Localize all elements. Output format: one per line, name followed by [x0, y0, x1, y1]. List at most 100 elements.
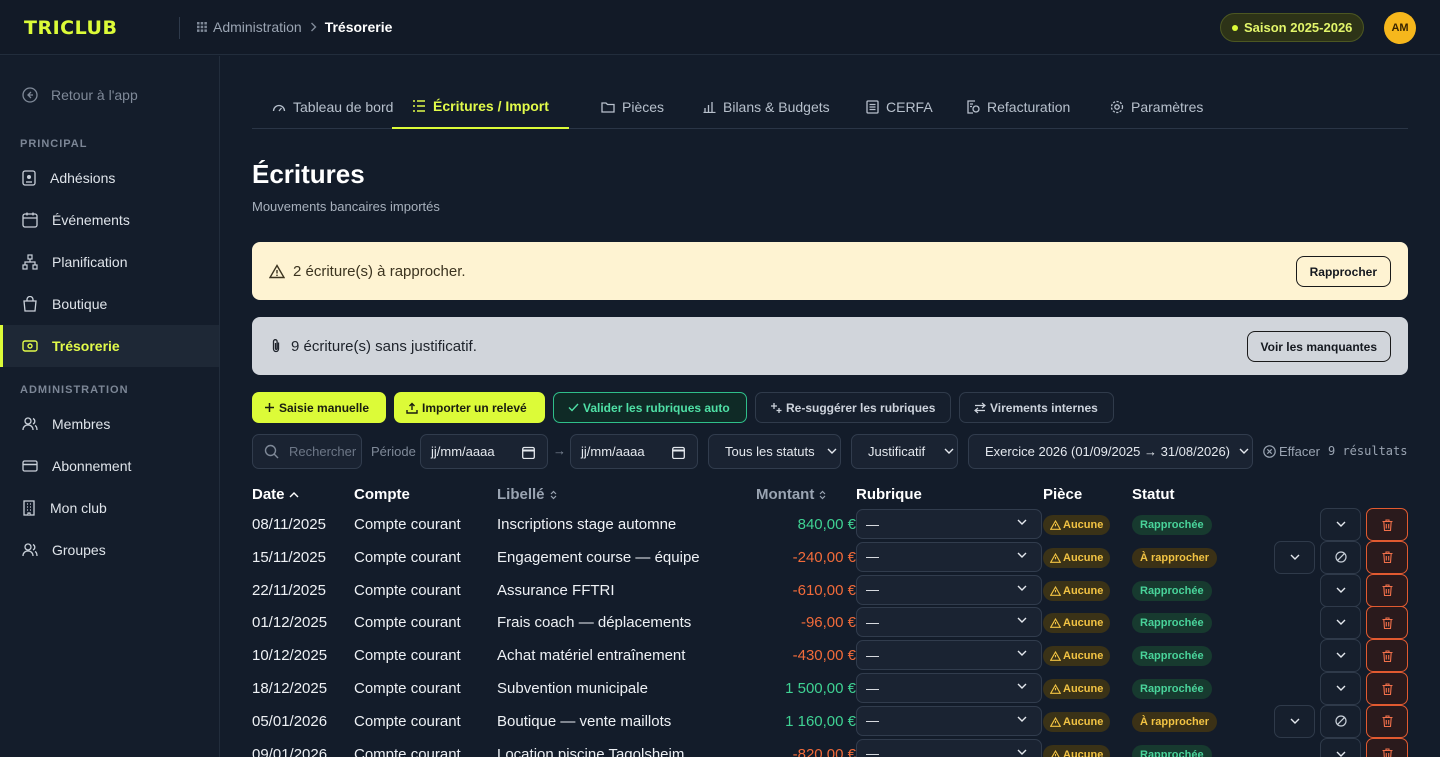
tab-label: Paramètres [1131, 98, 1204, 115]
select-value: — [866, 582, 879, 598]
page-title: Écritures [252, 159, 365, 189]
sidebar: Retour à l'app PRINCIPAL Adhésions Événe… [0, 56, 220, 757]
top-bar: TRICLUB Administration Trésorerie Saison… [0, 0, 1440, 55]
missing-receipts-alert: 9 écriture(s) sans justificatif. Voir le… [252, 317, 1408, 375]
category-select[interactable]: — [856, 541, 1042, 572]
validate-auto-categories-button[interactable]: Valider les rubriques auto [553, 392, 747, 423]
import-statement-button[interactable]: Importer un relevé [394, 392, 545, 423]
column-compte: Compte [354, 486, 410, 503]
delete-button[interactable] [1366, 704, 1408, 738]
category-select[interactable]: — [856, 640, 1042, 671]
resuggest-categories-button[interactable]: Re-suggérer les rubriques [755, 392, 951, 423]
calendar-icon [522, 446, 535, 459]
table-row: 08/11/2025 Compte courant Inscriptions sta… [252, 508, 1408, 541]
sidebar-item-abonnement[interactable]: Abonnement [0, 445, 219, 487]
ignore-button[interactable] [1320, 704, 1361, 738]
delete-button[interactable] [1366, 606, 1408, 640]
cell-account: Compte courant [354, 614, 461, 632]
show-missing-button[interactable]: Voir les manquantes [1246, 331, 1391, 362]
internal-transfers-button[interactable]: Virements internes [959, 392, 1114, 423]
tab-parametres[interactable]: Paramètres [1110, 84, 1203, 129]
column-libelle[interactable]: Libellé [497, 486, 557, 503]
match-dropdown-button[interactable] [1274, 540, 1315, 574]
season-badge[interactable]: Saison 2025-2026 [1220, 13, 1365, 42]
avatar[interactable]: AM [1384, 12, 1416, 44]
delete-button[interactable] [1366, 672, 1408, 705]
ignore-button[interactable] [1320, 540, 1361, 574]
expand-row-button[interactable] [1320, 639, 1361, 673]
tab-refacturation[interactable]: Refacturation [966, 84, 1070, 129]
status-select[interactable]: Tous les statuts [708, 434, 841, 469]
manual-entry-button[interactable]: Saisie manuelle [252, 392, 386, 423]
trash-icon [1382, 617, 1393, 629]
match-dropdown-button[interactable] [1274, 704, 1315, 738]
delete-button[interactable] [1366, 639, 1408, 673]
search-input[interactable]: Rechercher [252, 434, 362, 469]
breadcrumb-parent[interactable]: Administration [213, 19, 302, 35]
plus-icon [264, 402, 279, 413]
warning-icon [1050, 552, 1063, 563]
chevron-down-icon [1336, 751, 1346, 757]
column-statut: Statut [1132, 486, 1175, 503]
reconcile-button[interactable]: Rapprocher [1295, 256, 1391, 287]
list-icon [412, 99, 433, 113]
section-title-principal: PRINCIPAL [20, 138, 88, 150]
breadcrumb: Administration Trésorerie [197, 19, 392, 35]
warning-icon [1050, 520, 1063, 530]
category-select[interactable]: — [856, 673, 1042, 703]
back-to-app-link[interactable]: Retour à l'app [22, 87, 138, 103]
cell-amount: -240,00 € [792, 548, 856, 566]
date-from-input[interactable]: jj/mm/aaaa [420, 434, 548, 469]
expand-row-button[interactable] [1320, 508, 1361, 541]
tab-ecritures-import[interactable]: Écritures / Import [392, 84, 569, 129]
column-date[interactable]: Date [252, 486, 299, 503]
expand-row-button[interactable] [1320, 606, 1361, 640]
delete-button[interactable] [1366, 737, 1408, 757]
expand-row-button[interactable] [1320, 672, 1361, 705]
sidebar-item-mon-club[interactable]: Mon club [0, 487, 219, 529]
category-select[interactable]: — [856, 738, 1042, 757]
delete-button[interactable] [1366, 540, 1408, 574]
gear-icon [1110, 100, 1131, 114]
date-placeholder: jj/mm/aaaa [581, 444, 645, 459]
sidebar-item-tresorerie[interactable]: Trésorerie [0, 325, 219, 367]
tab-pieces[interactable]: Pièces [601, 84, 664, 129]
cell-account: Compte courant [354, 680, 461, 697]
trash-icon [1382, 650, 1393, 662]
tab-cerfa[interactable]: CERFA [866, 84, 933, 129]
tab-bilans-budgets[interactable]: Bilans & Budgets [703, 84, 830, 129]
sidebar-item-planification[interactable]: Planification [0, 241, 219, 283]
date-to-input[interactable]: jj/mm/aaaa [570, 434, 698, 469]
sidebar-item-label: Groupes [52, 542, 106, 558]
sidebar-item-adhesions[interactable]: Adhésions [0, 157, 219, 199]
expand-row-button[interactable] [1320, 573, 1361, 607]
sidebar-item-groupes[interactable]: Groupes [0, 529, 219, 571]
select-value: — [866, 614, 879, 630]
badge-label: Aucune [1063, 617, 1104, 630]
receipt-select[interactable]: Justificatif [851, 434, 958, 469]
delete-button[interactable] [1366, 573, 1408, 607]
cell-label: Subvention municipale [497, 680, 648, 697]
chevron-down-icon [827, 448, 837, 455]
column-montant[interactable]: Montant [756, 486, 826, 503]
cell-label: Inscriptions stage automne [497, 516, 677, 533]
category-select[interactable]: — [856, 574, 1042, 605]
category-select[interactable]: — [856, 705, 1042, 736]
delete-button[interactable] [1366, 508, 1408, 541]
select-value: Justificatif [868, 444, 926, 459]
expand-row-button[interactable] [1320, 737, 1361, 757]
category-select[interactable]: — [856, 509, 1042, 539]
select-value: — [866, 746, 879, 757]
fiscal-year-select[interactable]: Exercice 2026 (01/09/2025 → 31/08/2026) [968, 434, 1253, 469]
sidebar-item-boutique[interactable]: Boutique [0, 283, 219, 325]
sidebar-item-membres[interactable]: Membres [0, 403, 219, 445]
status-badge: Rapprochée [1132, 613, 1212, 634]
sidebar-item-evenements[interactable]: Événements [0, 199, 219, 241]
select-value: Exercice 2026 (01/09/2025 → 31/08/2026) [985, 444, 1231, 459]
category-select[interactable]: — [856, 607, 1042, 638]
logo[interactable]: TRICLUB [24, 17, 117, 39]
cell-label: Location piscine Tagolsheim [497, 745, 685, 757]
tab-tableau-de-bord[interactable]: Tableau de bord [272, 84, 393, 129]
table-row: 15/11/2025 Compte courant Engagement cours… [252, 540, 1408, 574]
clear-filters-button[interactable]: Effacer [1263, 444, 1320, 459]
